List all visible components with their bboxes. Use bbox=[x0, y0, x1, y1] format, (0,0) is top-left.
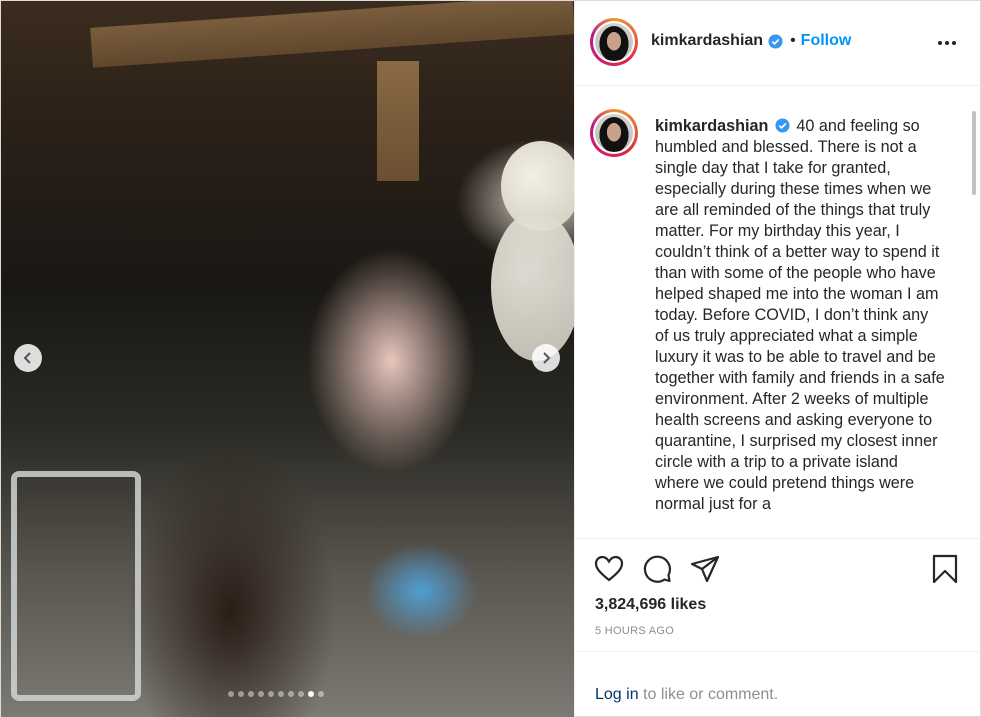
post-caption: kimkardashian 40 and feeling so humbled … bbox=[655, 116, 945, 515]
heart-icon[interactable] bbox=[593, 553, 625, 585]
carousel-dot bbox=[318, 691, 324, 697]
caption-avatar[interactable] bbox=[590, 109, 638, 157]
more-options-button[interactable] bbox=[935, 31, 959, 55]
photo-decor bbox=[491, 211, 574, 361]
comment-icon[interactable] bbox=[641, 553, 673, 585]
likes-count[interactable]: 3,824,696 likes bbox=[595, 596, 706, 614]
carousel-dot bbox=[278, 691, 284, 697]
post-side-panel: kimkardashian • Follow kimkardashian 40 … bbox=[574, 1, 981, 717]
carousel-dot bbox=[298, 691, 304, 697]
carousel-prev-button[interactable] bbox=[14, 344, 42, 372]
header-separator: • bbox=[790, 32, 796, 49]
paper-plane-icon[interactable] bbox=[689, 553, 721, 585]
carousel-dot bbox=[238, 691, 244, 697]
login-prompt: Log in to like or comment. bbox=[595, 686, 778, 704]
login-link[interactable]: Log in bbox=[595, 686, 639, 703]
photo-decor bbox=[90, 1, 574, 68]
carousel-dot bbox=[248, 691, 254, 697]
header-username[interactable]: kimkardashian bbox=[651, 32, 763, 50]
post-photo[interactable] bbox=[1, 1, 574, 717]
bookmark-icon[interactable] bbox=[929, 553, 961, 585]
comment-bar: Log in to like or comment. bbox=[575, 651, 981, 717]
verified-badge-icon bbox=[768, 33, 783, 49]
carousel-next-button[interactable] bbox=[532, 344, 560, 372]
caption-username[interactable]: kimkardashian bbox=[655, 117, 768, 135]
carousel-dot bbox=[268, 691, 274, 697]
header-user: kimkardashian • Follow bbox=[651, 32, 851, 50]
profile-avatar[interactable] bbox=[590, 18, 638, 66]
post-timestamp[interactable]: 5 HOURS AGO bbox=[595, 625, 674, 637]
photo-decor bbox=[377, 61, 419, 181]
carousel-dot bbox=[258, 691, 264, 697]
avatar-image bbox=[595, 23, 633, 61]
post-header: kimkardashian • Follow bbox=[575, 1, 981, 86]
avatar-image bbox=[595, 114, 633, 152]
carousel-dot bbox=[308, 691, 314, 697]
verified-badge-icon bbox=[775, 118, 790, 133]
more-horizontal-icon bbox=[938, 41, 956, 45]
caption-scrollbar[interactable] bbox=[972, 111, 976, 195]
caption-section[interactable]: kimkardashian 40 and feeling so humbled … bbox=[575, 87, 981, 537]
photo-decor bbox=[11, 471, 141, 701]
post-actions: 3,824,696 likes 5 HOURS AGO Log in to li… bbox=[575, 538, 981, 717]
chevron-right-icon bbox=[543, 352, 551, 364]
login-prompt-text: to like or comment. bbox=[638, 686, 779, 703]
follow-button[interactable]: Follow bbox=[801, 32, 852, 50]
carousel-indicator bbox=[228, 691, 324, 697]
carousel-dot bbox=[228, 691, 234, 697]
instagram-post: kimkardashian • Follow kimkardashian 40 … bbox=[0, 0, 981, 717]
chevron-left-icon bbox=[23, 352, 31, 364]
caption-text: 40 and feeling so humbled and blessed. T… bbox=[655, 117, 945, 513]
carousel-dot bbox=[288, 691, 294, 697]
